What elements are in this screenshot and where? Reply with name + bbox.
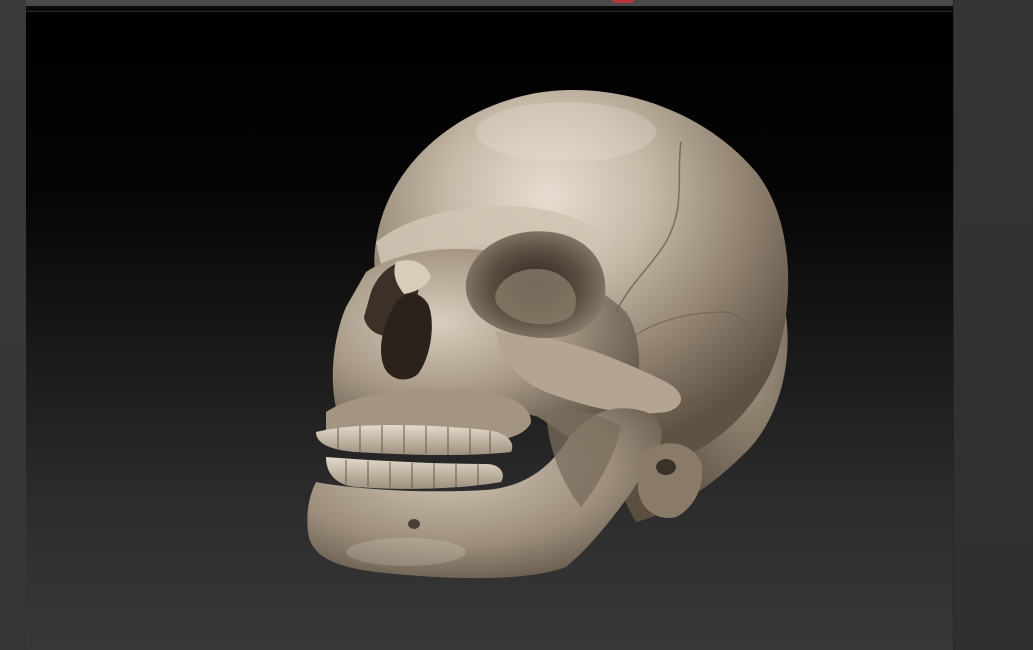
jaw-highlight <box>346 538 466 566</box>
cranium-highlight <box>476 102 656 162</box>
zbrush-window <box>0 0 1033 650</box>
skull-render[interactable] <box>26 12 953 650</box>
3d-viewport[interactable] <box>26 12 953 650</box>
right-tool-shelf[interactable] <box>953 0 1033 650</box>
lower-teeth <box>326 457 503 489</box>
top-status-indicator <box>612 0 634 3</box>
mastoid-process <box>638 443 703 518</box>
ear-canal <box>656 459 676 475</box>
mental-foramen <box>408 519 420 529</box>
left-tool-shelf[interactable] <box>0 0 27 650</box>
